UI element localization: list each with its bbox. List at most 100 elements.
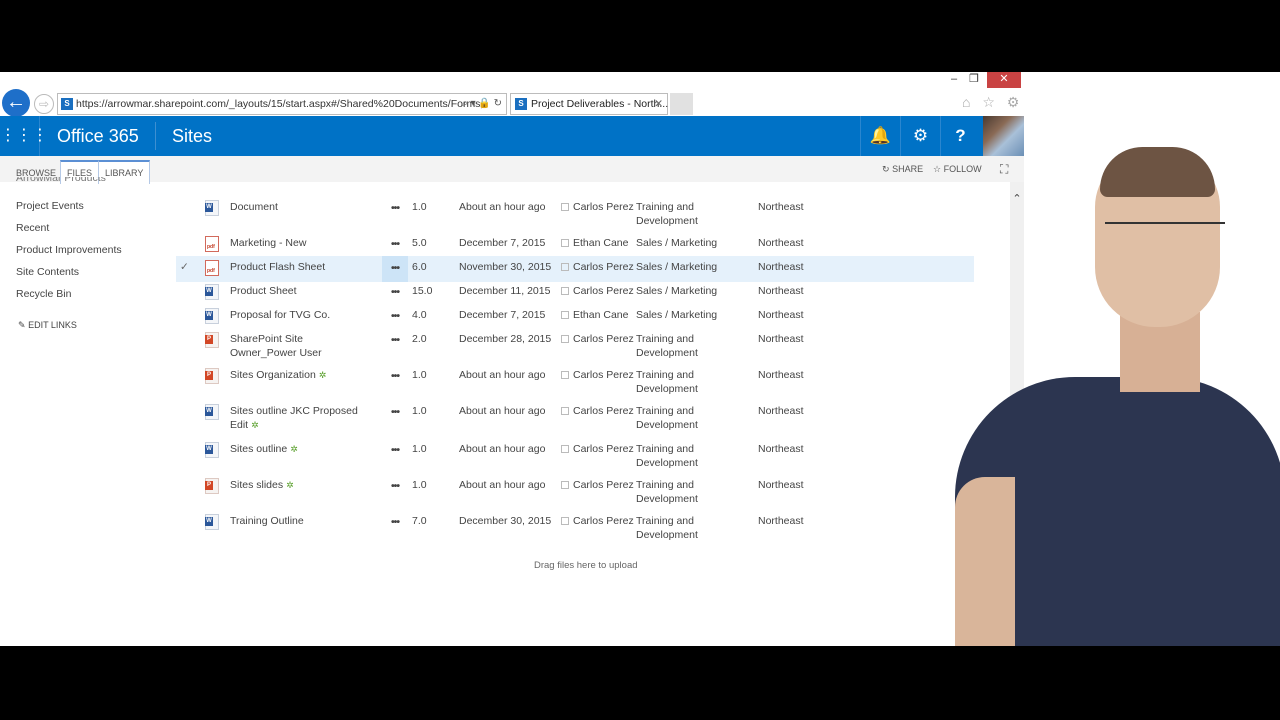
document-library-list: Document ••• 1.0 About an hour ago Carlos Pe…	[0, 182, 1010, 648]
document-row[interactable]: Product Sheet ••• 15.0 December 11, 2015 Car…	[176, 280, 974, 306]
share-icon: ↻	[882, 164, 890, 174]
ppt-file-icon	[205, 368, 219, 384]
sites-link[interactable]: Sites	[172, 116, 212, 156]
open-menu-ellipsis-button[interactable]: •••	[382, 256, 408, 282]
document-row[interactable]: Sites outline JKC ProposedEdit✲ ••• 1.0 Abo…	[176, 400, 974, 431]
modified-by-cell[interactable]: Carlos Perez	[561, 514, 634, 528]
document-name-link[interactable]: Product Sheet	[230, 284, 297, 298]
region-cell: Northeast	[758, 261, 804, 273]
forward-arrow-icon: ⇨	[38, 97, 50, 111]
back-arrow-icon: ←	[6, 91, 26, 113]
share-button[interactable]: ↻ SHARE	[882, 156, 923, 182]
document-row[interactable]: SharePoint SiteOwner_Power User ••• 2.0 Dec…	[176, 328, 974, 359]
region-cell: Northeast	[758, 479, 804, 491]
address-tools-icons[interactable]: ⌕ ▾ 🔒 ↻	[462, 94, 502, 114]
tab-close-icon[interactable]: ✕	[654, 94, 663, 114]
document-row[interactable]: Training Outline ••• 7.0 December 30, 2015 C…	[176, 510, 974, 541]
notifications-bell-icon[interactable]: 🔔	[860, 116, 900, 156]
tab-library[interactable]: LIBRARY	[99, 160, 151, 184]
pdf-file-icon	[205, 260, 219, 278]
open-menu-ellipsis-button[interactable]: •••	[382, 438, 408, 464]
ppt-file-icon	[205, 478, 219, 494]
home-favorites-settings-icons[interactable]: ⌂ ☆ ⚙	[962, 94, 1023, 111]
presence-indicator-icon	[561, 203, 569, 211]
new-tab-button[interactable]	[670, 93, 693, 115]
presence-indicator-icon	[561, 239, 569, 247]
department-cell: Training and Development	[636, 479, 698, 505]
new-item-icon: ✲	[318, 370, 327, 380]
new-item-icon: ✲	[251, 420, 259, 430]
document-name-link[interactable]: Product Flash Sheet	[230, 260, 325, 274]
open-menu-ellipsis-button[interactable]: •••	[382, 232, 408, 258]
document-name-link[interactable]: Sites outline JKC Proposed Edit ✲	[230, 404, 358, 432]
document-name-link[interactable]: Sites outline ✲	[230, 442, 298, 456]
document-name-link[interactable]: Proposal for TVG Co.	[230, 308, 330, 322]
new-item-icon: ✲	[286, 480, 294, 490]
modified-cell: About an hour ago	[459, 479, 546, 491]
region-cell: Northeast	[758, 237, 804, 249]
presence-indicator-icon	[561, 407, 569, 415]
sharepoint-favicon-icon: S	[61, 98, 73, 110]
document-row[interactable]: Marketing - New ••• 5.0 December 7, 2015 Eth…	[176, 232, 974, 258]
modified-by-cell[interactable]: Carlos Perez	[561, 200, 634, 214]
open-menu-ellipsis-button[interactable]: •••	[382, 510, 408, 536]
row-selected-check-icon[interactable]: ✓	[180, 260, 189, 274]
open-menu-ellipsis-button[interactable]: •••	[382, 304, 408, 330]
modified-by-cell[interactable]: Carlos Perez	[561, 260, 634, 274]
modified-by-cell[interactable]: Carlos Perez	[561, 404, 634, 418]
version-cell: 1.0	[412, 405, 427, 417]
version-cell: 4.0	[412, 309, 427, 321]
word-file-icon	[205, 404, 219, 420]
document-name-link[interactable]: Training Outline	[230, 514, 304, 528]
document-row[interactable]: ✓ Product Flash Sheet ••• 6.0 November 30, 2…	[176, 256, 974, 282]
close-window-button[interactable]: ✕	[987, 72, 1021, 88]
open-menu-ellipsis-button[interactable]: •••	[382, 364, 408, 390]
region-cell: Northeast	[758, 515, 804, 527]
version-cell: 2.0	[412, 333, 427, 345]
document-name-link[interactable]: Marketing - New	[230, 236, 306, 250]
modified-by-cell[interactable]: Carlos Perez	[561, 284, 634, 298]
maximize-button[interactable]: ❐	[964, 72, 984, 88]
document-name-link[interactable]: Sites Organization ✲	[230, 368, 326, 382]
document-row[interactable]: Proposal for TVG Co. ••• 4.0 December 7, 20…	[176, 304, 974, 330]
modified-by-cell[interactable]: Ethan Cane	[561, 236, 628, 250]
modified-by-cell[interactable]: Carlos Perez	[561, 368, 634, 382]
presence-indicator-icon	[561, 311, 569, 319]
presenter-arm	[955, 477, 1015, 648]
open-menu-ellipsis-button[interactable]: •••	[382, 474, 408, 500]
modified-cell: December 30, 2015	[459, 515, 552, 527]
version-cell: 6.0	[412, 261, 427, 273]
document-row[interactable]: Sites outline✲ ••• 1.0 About an hour ago Car…	[176, 438, 974, 469]
app-launcher-waffle-icon[interactable]: ⋮⋮⋮	[0, 116, 48, 156]
document-row[interactable]: Sites Organization✲ ••• 1.0 About an hour a…	[176, 364, 974, 395]
address-bar[interactable]: S https://arrowmar.sharepoint.com/_layou…	[57, 93, 507, 115]
document-name-link[interactable]: Document	[230, 200, 278, 214]
open-menu-ellipsis-button[interactable]: •••	[382, 400, 408, 426]
document-row[interactable]: Document ••• 1.0 About an hour ago Carlos Pe…	[176, 196, 974, 227]
version-cell: 1.0	[412, 201, 427, 213]
forward-button[interactable]: ⇨	[34, 94, 54, 114]
modified-by-cell[interactable]: Carlos Perez	[561, 478, 634, 492]
modified-cell: December 11, 2015	[459, 285, 551, 297]
presenter-hair	[1100, 147, 1215, 197]
minimize-button[interactable]: –	[944, 72, 964, 88]
open-menu-ellipsis-button[interactable]: •••	[382, 280, 408, 306]
office365-brand[interactable]: Office 365	[57, 116, 139, 156]
screen: – ❐ ✕ ← ⇨ S https://arrowmar.sharepoint.…	[0, 72, 1280, 648]
open-menu-ellipsis-button[interactable]: •••	[382, 196, 408, 222]
modified-cell: About an hour ago	[459, 405, 546, 417]
modified-by-cell[interactable]: Carlos Perez	[561, 442, 634, 456]
document-name-link[interactable]: Sites slides ✲	[230, 478, 294, 492]
back-button[interactable]: ←	[2, 89, 30, 117]
sharepoint-favicon-icon: S	[515, 98, 527, 110]
settings-gear-icon[interactable]: ⚙	[900, 116, 940, 156]
modified-cell: December 7, 2015	[459, 237, 546, 249]
modified-by-cell[interactable]: Ethan Cane	[561, 308, 628, 322]
presence-indicator-icon	[561, 517, 569, 525]
document-row[interactable]: Sites slides✲ ••• 1.0 About an hour ago Carl…	[176, 474, 974, 505]
document-name-link[interactable]: SharePoint Site Owner_Power User	[230, 332, 322, 360]
browser-tab-active[interactable]: S Project Deliverables - North... ✕	[510, 93, 668, 115]
modified-cell: December 7, 2015	[459, 309, 546, 321]
modified-by-cell[interactable]: Carlos Perez	[561, 332, 634, 346]
open-menu-ellipsis-button[interactable]: •••	[382, 328, 408, 354]
